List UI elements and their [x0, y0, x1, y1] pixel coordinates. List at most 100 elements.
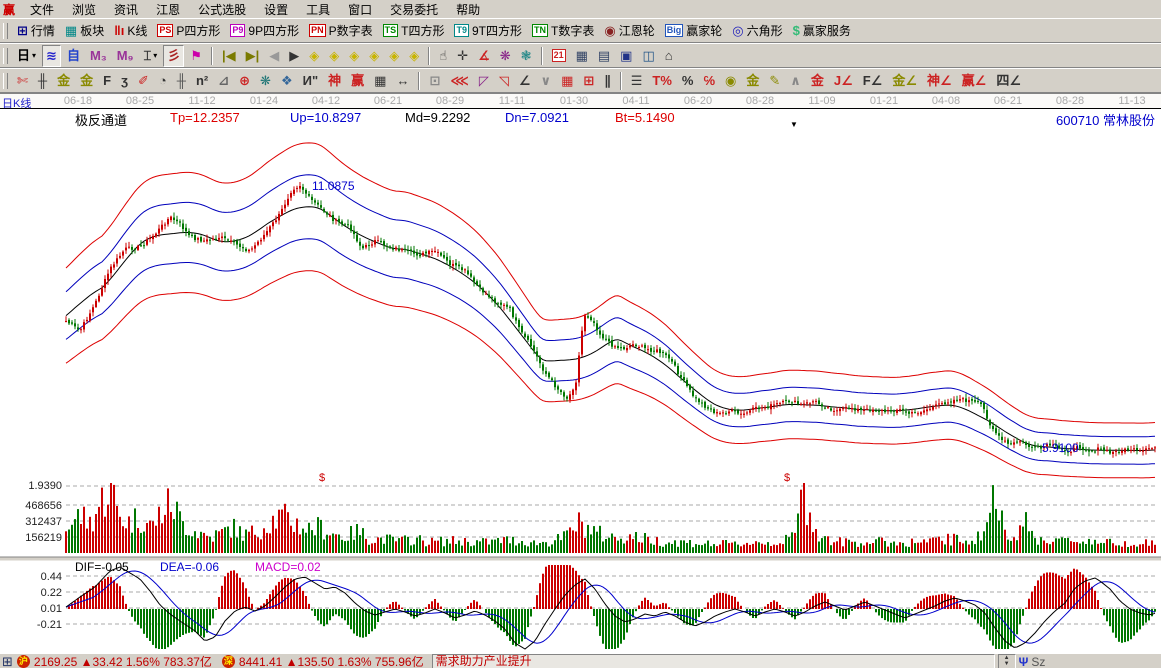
a-wave-tool[interactable]: ∧: [786, 70, 805, 92]
toolbar-grip[interactable]: [3, 48, 8, 64]
kline-button[interactable]: ǁıK线: [110, 20, 151, 42]
wave-v-tool[interactable]: ∨: [537, 70, 556, 92]
grid-red-tool[interactable]: ▦: [557, 70, 577, 92]
computer-button[interactable]: ⌂: [661, 45, 677, 67]
percent-tool[interactable]: %: [678, 70, 698, 92]
wave-brain-button[interactable]: ❃: [517, 45, 536, 67]
save-button[interactable]: ▣: [616, 45, 636, 67]
ying-grid-tool[interactable]: 赢: [347, 70, 368, 92]
shen-angle-tool[interactable]: 神∠: [923, 70, 956, 92]
shen-grid-tool[interactable]: 神: [324, 70, 345, 92]
box-measure-tool[interactable]: ⊡: [425, 70, 444, 92]
gann-locate-button[interactable]: ◈: [405, 45, 423, 67]
t-percent-tool[interactable]: T%: [648, 70, 676, 92]
calendar-button[interactable]: 21: [548, 45, 570, 67]
p-digit-button[interactable]: PNP数字表: [305, 20, 377, 42]
toolbar-grip[interactable]: [3, 73, 8, 89]
period-day-button-caret-icon[interactable]: ▾: [32, 51, 36, 60]
menu-item-公式选股[interactable]: 公式选股: [189, 2, 255, 18]
remote-data-button[interactable]: ◫: [638, 45, 658, 67]
t-square-button[interactable]: TST四方形: [379, 20, 449, 42]
market-table-icon[interactable]: ⊞: [2, 654, 13, 668]
menu-item-江恩[interactable]: 江恩: [147, 2, 189, 18]
candle-style-button[interactable]: ⌶▾: [139, 45, 161, 67]
angle-cut-button[interactable]: ∡: [474, 45, 494, 67]
dense-grid-tool[interactable]: ╫: [173, 70, 190, 92]
f-angle-tool[interactable]: F∠: [859, 70, 887, 92]
pattern-tool-button[interactable]: ❋: [496, 45, 515, 67]
gold-pen-tool[interactable]: ✎: [765, 70, 784, 92]
hexagon-button[interactable]: ◎六角形: [728, 20, 786, 42]
ruler123-tool[interactable]: ▦: [370, 70, 390, 92]
fan-purple-tool[interactable]: ◸: [475, 70, 493, 92]
menu-item-文件[interactable]: 文件: [21, 2, 63, 18]
p9-square-button[interactable]: P99P四方形: [226, 20, 303, 42]
gann-shift-left-button[interactable]: ◈: [305, 45, 323, 67]
clock-grid-tool[interactable]: ◔: [155, 70, 171, 92]
fan-box-tool[interactable]: ◹: [495, 70, 513, 92]
star-web-tool[interactable]: ❋: [256, 70, 275, 92]
gann-shift-right-button[interactable]: ◈: [325, 45, 343, 67]
color-chart-button[interactable]: ⚑: [186, 45, 206, 67]
gold-lines-tool[interactable]: 金: [742, 70, 763, 92]
compass-tool[interactable]: ⊕: [235, 70, 254, 92]
calculator-button[interactable]: ▦: [572, 45, 592, 67]
gold-grid-b-tool[interactable]: 金: [76, 70, 97, 92]
crosshair-button[interactable]: ✛: [453, 45, 472, 67]
menu-item-工具[interactable]: 工具: [297, 2, 339, 18]
kline-chart-canvas[interactable]: 1.93904686563124371562190.440.220.01-0.2…: [0, 109, 1161, 653]
chart9-button[interactable]: M₉: [113, 45, 138, 67]
info-panel-button[interactable]: 自: [63, 45, 84, 67]
p-square-button[interactable]: PSP四方形: [153, 20, 224, 42]
sectors-button[interactable]: ▦板块: [61, 20, 108, 42]
nav-first-button[interactable]: |◀: [218, 45, 240, 67]
trend-wave-button[interactable]: ≋: [42, 45, 61, 67]
gann-expand-button[interactable]: ◈: [345, 45, 363, 67]
fan-red-tool[interactable]: ⋘: [446, 70, 473, 92]
t9-square-button[interactable]: T99T四方形: [450, 20, 526, 42]
t-digit-button[interactable]: TNT数字表: [528, 20, 598, 42]
menu-item-交易委托[interactable]: 交易委托: [381, 2, 447, 18]
candle-style-button-caret-icon[interactable]: ▾: [153, 51, 157, 60]
gold-circle-tool[interactable]: ◉: [721, 70, 740, 92]
spider-web-tool[interactable]: ❖: [277, 70, 297, 92]
gann-compress-button[interactable]: ◈: [365, 45, 383, 67]
ticker-spinner[interactable]: ▲▼: [998, 654, 1016, 668]
width-measure-tool[interactable]: ↔: [392, 70, 413, 92]
menu-item-设置[interactable]: 设置: [255, 2, 297, 18]
ying-angle-tool[interactable]: 赢∠: [958, 70, 991, 92]
nav-prev-button[interactable]: ◀: [265, 45, 283, 67]
knife-tool[interactable]: ✄: [13, 70, 32, 92]
chart3-button[interactable]: M₃: [86, 45, 111, 67]
kn-tool[interactable]: И": [299, 70, 323, 92]
winner-wheel-button[interactable]: Big赢家轮: [661, 20, 727, 42]
nav-next-button[interactable]: ▶: [285, 45, 303, 67]
hand-tool-button[interactable]: ☝: [435, 45, 451, 67]
angle-lines-tool[interactable]: ∠: [515, 70, 535, 92]
grid-tool[interactable]: ╫: [34, 70, 51, 92]
quotes-button[interactable]: ⊞行情: [13, 20, 59, 42]
menu-item-浏览[interactable]: 浏览: [63, 2, 105, 18]
gold-angle-tool[interactable]: 金∠: [888, 70, 921, 92]
n2-grid-tool[interactable]: n²: [192, 70, 212, 92]
winner-service-button[interactable]: $赢家服务: [789, 20, 855, 42]
spinner-down-icon[interactable]: ▼: [999, 661, 1015, 667]
toolbar-grip[interactable]: [3, 23, 8, 39]
chart-area[interactable]: 日K线 06-1808-2511-1201-2404-1206-2108-291…: [0, 93, 1161, 653]
menu-item-窗口[interactable]: 窗口: [339, 2, 381, 18]
menu-item-帮助[interactable]: 帮助: [447, 2, 489, 18]
gold-grid-a-tool[interactable]: 金: [53, 70, 74, 92]
f-grid-tool[interactable]: F: [99, 70, 115, 92]
gann-wheel-button[interactable]: ◉江恩轮: [600, 20, 658, 42]
j-angle-tool[interactable]: J∠: [830, 70, 857, 92]
angle-ruler-tool[interactable]: ⊿: [214, 70, 233, 92]
levels-tool[interactable]: ☰: [627, 70, 647, 92]
swirl-grid-tool[interactable]: ʒ: [117, 70, 132, 92]
gann-fit-button[interactable]: ◈: [385, 45, 403, 67]
grid-box-red-tool[interactable]: ⊞: [579, 70, 598, 92]
percent-line-tool[interactable]: ℅: [699, 70, 719, 92]
parallel-lines-tool[interactable]: ∥: [600, 70, 615, 92]
period-day-button[interactable]: 日▾: [13, 45, 40, 67]
notes-button[interactable]: ▤: [594, 45, 614, 67]
menu-item-资讯[interactable]: 资讯: [105, 2, 147, 18]
